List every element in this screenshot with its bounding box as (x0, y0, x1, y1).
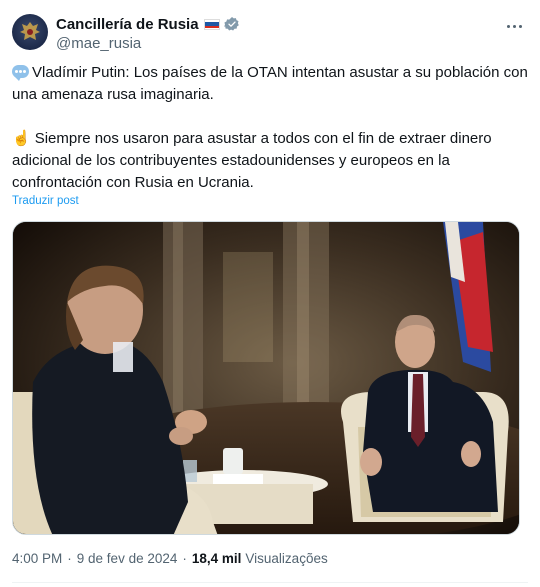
author-name[interactable]: Cancillería de Rusia (56, 16, 199, 33)
separator-dot: · (182, 551, 187, 566)
russia-flag-icon (203, 18, 220, 30)
post-time[interactable]: 4:00 PM (12, 551, 62, 566)
speech-balloon-icon (12, 65, 29, 81)
paragraph-2-text: Siempre nos usaron para asustar a todos … (12, 130, 492, 191)
tweet-card: Cancillería de Rusia @mae_rusia Vladímir… (0, 0, 540, 587)
views-count[interactable]: 18,4 mil (192, 551, 242, 566)
coat-of-arms-icon (20, 22, 40, 40)
post-image[interactable] (12, 221, 520, 535)
translate-post-link[interactable]: Traduzir post (12, 195, 79, 207)
paragraph-2: ☝️ Siempre nos usaron para asustar a todo… (12, 128, 528, 194)
interview-photo (13, 222, 519, 534)
pointing-up-icon: ☝️ (12, 130, 31, 147)
tweet-header: Cancillería de Rusia @mae_rusia (12, 12, 528, 56)
views-label: Visualizações (245, 551, 328, 566)
author-names: Cancillería de Rusia @mae_rusia (56, 14, 240, 52)
verified-badge-icon (223, 17, 239, 31)
avatar[interactable] (12, 14, 48, 50)
post-date[interactable]: 9 de fev de 2024 (77, 551, 178, 566)
tweet-text: Vladímir Putin: Los países de la OTAN in… (12, 62, 528, 194)
tweet-meta: 4:00 PM · 9 de fev de 2024 · 18,4 mil Vi… (12, 551, 328, 566)
paragraph-1: Vladímir Putin: Los países de la OTAN in… (12, 62, 528, 106)
divider (12, 582, 528, 583)
author-handle[interactable]: @mae_rusia (56, 35, 240, 52)
paragraph-1-text: Vladímir Putin: Los países de la OTAN in… (12, 64, 528, 103)
more-options-icon[interactable] (502, 16, 526, 36)
separator-dot: · (67, 551, 72, 566)
